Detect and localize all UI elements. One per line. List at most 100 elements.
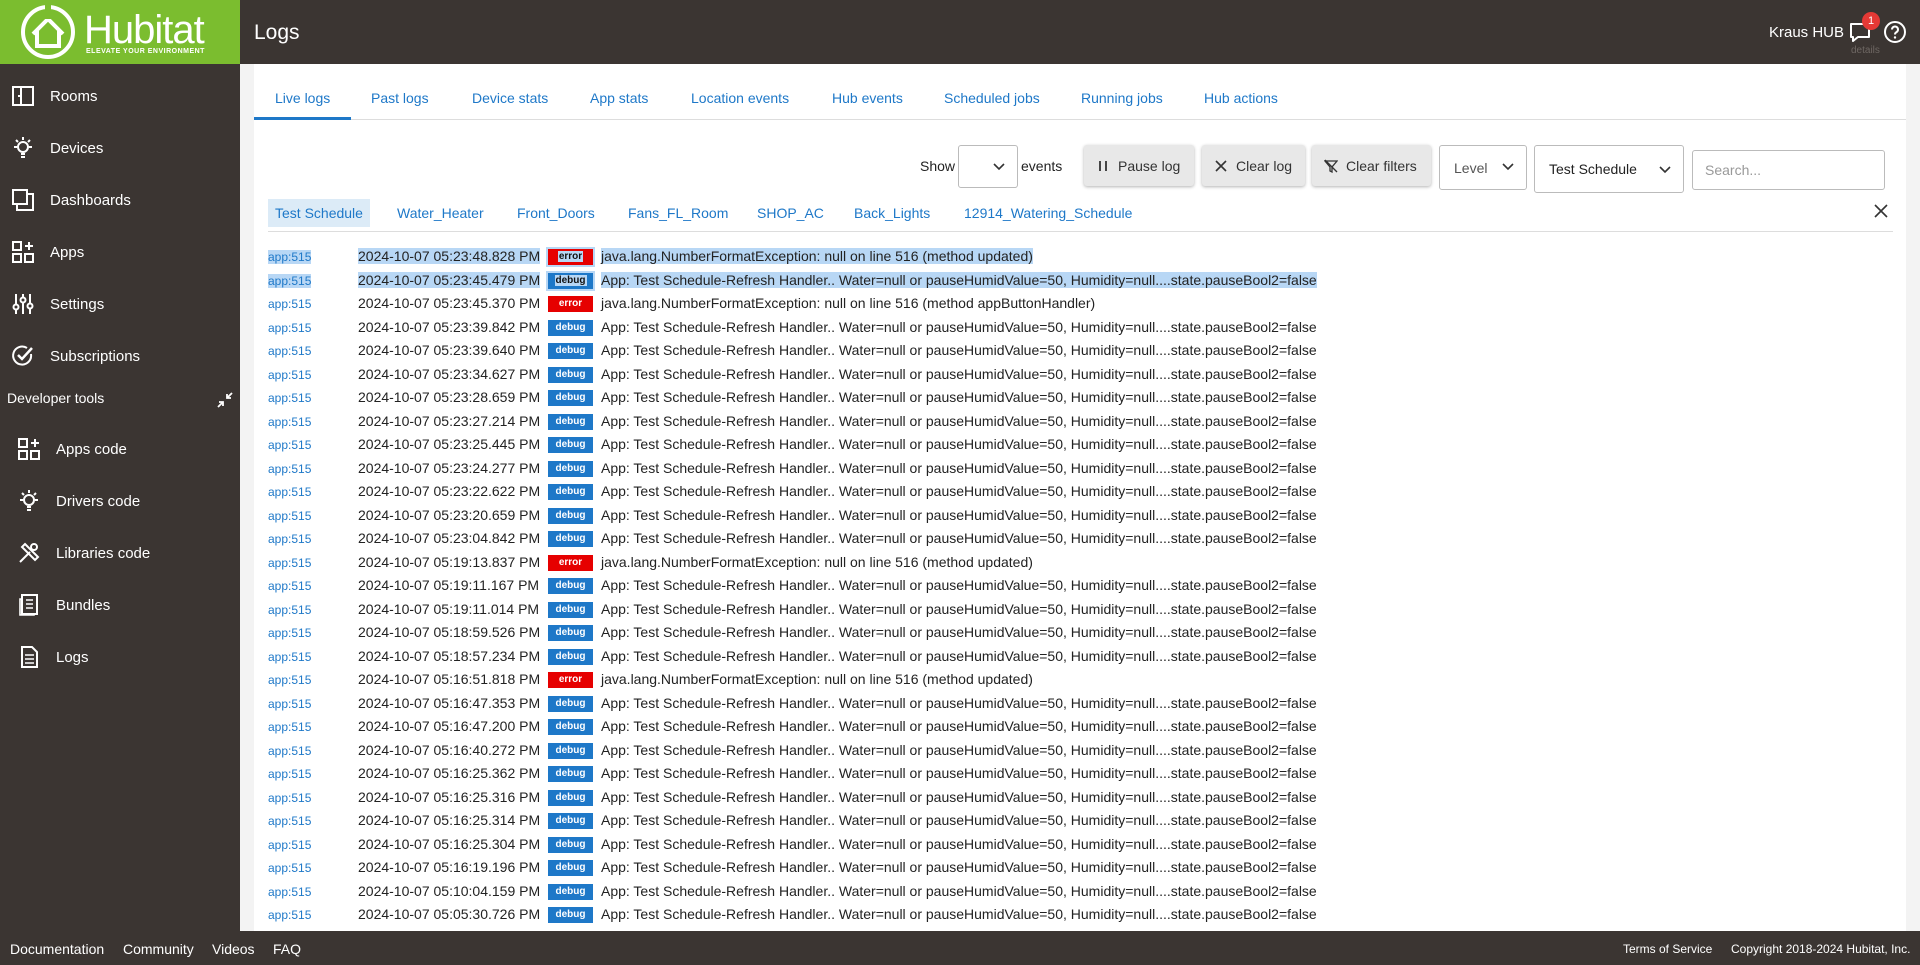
log-source-link[interactable]: app:515	[268, 462, 311, 476]
log-source-link[interactable]: app:515	[268, 814, 311, 828]
clear-filters-button[interactable]: Clear filters	[1312, 145, 1431, 186]
log-level-label: debug	[555, 392, 586, 403]
help-icon[interactable]	[1883, 20, 1907, 44]
log-source-link[interactable]: app:515	[268, 791, 311, 805]
log-source-link[interactable]: app:515	[268, 485, 311, 499]
log-source-link[interactable]: app:515	[268, 532, 311, 546]
filter-chip[interactable]: Front_Doors	[517, 199, 595, 227]
clear-log-button[interactable]: Clear log	[1202, 145, 1305, 186]
log-source-link[interactable]: app:515	[268, 368, 311, 382]
developer-tools-heading[interactable]: Developer tools	[7, 390, 104, 406]
log-source-link[interactable]: app:515	[268, 838, 311, 852]
search-input[interactable]	[1692, 150, 1885, 190]
show-events-select[interactable]	[958, 145, 1018, 188]
collapse-icon[interactable]	[216, 391, 234, 409]
hubitat-house-icon	[21, 4, 75, 59]
app-filter-select[interactable]: Test Schedule	[1534, 145, 1684, 193]
log-source-link[interactable]: app:515	[268, 673, 311, 687]
log-source-link[interactable]: app:515	[268, 861, 311, 875]
log-source-link[interactable]: app:515	[268, 438, 311, 452]
log-source-link[interactable]: app:515	[268, 321, 311, 335]
show-label: Show	[920, 158, 956, 174]
log-source-link[interactable]: app:515	[268, 556, 311, 570]
tab-running-jobs[interactable]: Running jobs	[1081, 90, 1163, 106]
notification-tooltip: details	[1851, 45, 1880, 56]
log-source-link[interactable]: app:515	[268, 650, 311, 664]
log-source-link[interactable]: app:515	[268, 697, 311, 711]
log-source-link[interactable]: app:515	[268, 626, 311, 640]
terms-link[interactable]: Terms of Service	[1623, 942, 1712, 956]
log-timestamp: 2024-10-07 05:23:22.622 PM	[358, 483, 541, 499]
log-source-link[interactable]: app:515	[268, 720, 311, 734]
log-level-badge: debug	[548, 601, 593, 618]
filter-chip[interactable]: Water_Heater	[397, 199, 484, 227]
tab-device-stats[interactable]: Device stats	[472, 90, 548, 106]
tab-scheduled-jobs[interactable]: Scheduled jobs	[944, 90, 1040, 106]
filter-chip[interactable]: 12914_Watering_Schedule	[964, 199, 1132, 227]
sidebar-item-dashboards[interactable]: Dashboards	[0, 178, 240, 222]
document-icon	[16, 644, 42, 670]
sidebar-item-drivers-code[interactable]: Drivers code	[0, 479, 240, 523]
footer-link-community[interactable]: Community	[123, 941, 194, 957]
filter-chip[interactable]: SHOP_AC	[757, 199, 824, 227]
log-source-link[interactable]: app:515	[268, 297, 311, 311]
sidebar-item-label: Rooms	[50, 87, 98, 105]
clear-log-label: Clear log	[1236, 157, 1293, 174]
tab-hub-actions[interactable]: Hub actions	[1204, 90, 1278, 106]
footer-link-documentation[interactable]: Documentation	[10, 941, 104, 957]
log-timestamp: 2024-10-07 05:23:28.659 PM	[358, 389, 541, 405]
filter-chip-bar: Test Schedule Water_Heater Front_Doors F…	[268, 199, 1893, 232]
sidebar-item-subscriptions[interactable]: Subscriptions	[0, 334, 240, 378]
log-level-badge: debug	[546, 270, 595, 291]
notification-badge[interactable]: 1	[1862, 12, 1880, 30]
sidebar-item-apps[interactable]: Apps	[0, 230, 240, 274]
footer-link-faq[interactable]: FAQ	[273, 941, 301, 957]
log-timestamp: 2024-10-07 05:16:25.304 PM	[358, 835, 541, 852]
log-source-link[interactable]: app:515	[268, 767, 311, 781]
log-source-link[interactable]: app:515	[268, 744, 311, 758]
log-message: App: Test Schedule-Refresh Handler.. Wat…	[601, 906, 1317, 922]
log-source-link[interactable]: app:515	[268, 391, 311, 405]
log-level-badge: error	[548, 672, 593, 688]
log-source-link[interactable]: app:515	[268, 250, 312, 264]
filter-chip[interactable]: Back_Lights	[854, 199, 930, 227]
log-message: App: Test Schedule-Refresh Handler.. Wat…	[601, 318, 1317, 335]
tab-past-logs[interactable]: Past logs	[371, 90, 429, 106]
sidebar-item-logs[interactable]: Logs	[0, 635, 240, 679]
tab-live-logs[interactable]: Live logs	[275, 90, 330, 106]
tab-location-events[interactable]: Location events	[691, 90, 789, 106]
brand-name: Hubitat	[84, 8, 205, 52]
log-source-link[interactable]: app:515	[268, 579, 311, 593]
hubitat-logo[interactable]: Hubitat ELEVATE YOUR ENVIRONMENT	[0, 0, 240, 64]
sidebar-item-devices[interactable]: Devices	[0, 126, 240, 170]
pause-log-label: Pause log	[1118, 157, 1181, 174]
sidebar-item-libraries-code[interactable]: Libraries code	[0, 531, 240, 575]
log-source-link[interactable]: app:515	[268, 603, 311, 617]
log-source-link[interactable]: app:515	[268, 344, 311, 358]
tab-app-stats[interactable]: App stats	[590, 90, 648, 106]
close-filters-icon[interactable]	[1873, 203, 1889, 219]
log-source-link[interactable]: app:515	[268, 415, 311, 429]
log-message: App: Test Schedule-Refresh Handler.. Wat…	[601, 342, 1317, 358]
pause-log-button[interactable]: Pause log	[1084, 145, 1194, 186]
log-source-link[interactable]: app:515	[268, 273, 312, 288]
log-source-link[interactable]: app:515	[268, 509, 311, 523]
sidebar-item-apps-code[interactable]: Apps code	[0, 427, 240, 471]
log-level-badge: debug	[548, 390, 593, 406]
sidebar-item-rooms[interactable]: Rooms	[0, 74, 240, 118]
tab-hub-events[interactable]: Hub events	[832, 90, 903, 106]
log-source-link[interactable]: app:515	[268, 885, 311, 899]
sidebar-item-bundles[interactable]: Bundles	[0, 583, 240, 627]
hub-name[interactable]: Kraus HUB	[1769, 24, 1844, 41]
log-timestamp: 2024-10-07 05:23:39.640 PM	[358, 342, 541, 358]
sidebar-item-settings[interactable]: Settings	[0, 282, 240, 326]
footer-link-videos[interactable]: Videos	[212, 941, 255, 957]
filter-chip[interactable]: Fans_FL_Room	[628, 199, 728, 227]
filter-chip[interactable]: Test Schedule	[268, 199, 370, 227]
log-timestamp: 2024-10-07 05:19:11.014 PM	[358, 600, 540, 617]
level-select[interactable]: Level	[1439, 145, 1527, 190]
log-timestamp: 2024-10-07 05:23:45.370 PM	[358, 295, 541, 311]
page-title: Logs	[254, 21, 300, 44]
log-source-link[interactable]: app:515	[268, 908, 311, 922]
log-row: app:515 2024-10-07 05:23:48.828 PM error ja…	[254, 246, 1906, 270]
